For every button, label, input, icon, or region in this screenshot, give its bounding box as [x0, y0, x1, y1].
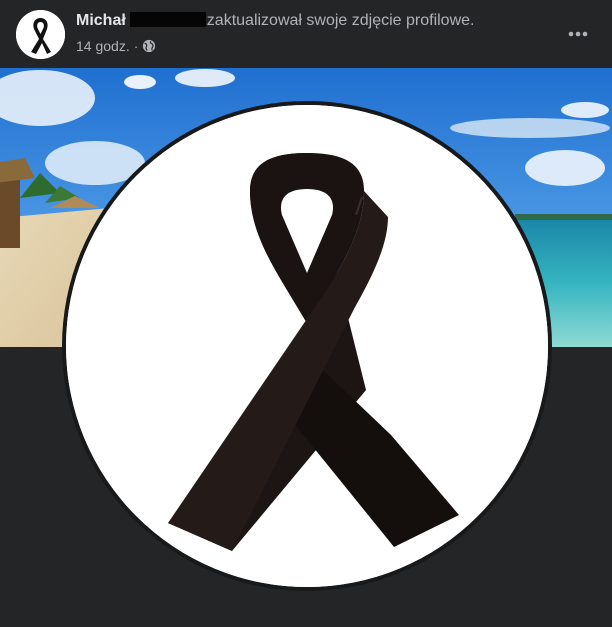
more-options-button[interactable] — [560, 16, 596, 52]
black-ribbon-icon — [16, 10, 65, 59]
redacted-surname — [129, 12, 206, 27]
profile-photo[interactable] — [62, 101, 552, 591]
post-timestamp[interactable]: 14 godz. — [76, 37, 130, 55]
globe-icon[interactable] — [142, 39, 156, 53]
more-options-icon — [568, 31, 588, 37]
post-header: Michał zaktualizował swoje zdjęcie profil… — [0, 0, 612, 68]
author-avatar[interactable] — [16, 10, 65, 59]
post-headline: Michał zaktualizował swoje zdjęcie profil… — [76, 11, 474, 31]
black-mourning-ribbon — [66, 105, 548, 587]
profile-photo-image — [66, 105, 548, 587]
author-name[interactable]: Michał — [76, 12, 126, 29]
post-action-text: zaktualizował swoje zdjęcie profilowe. — [206, 12, 475, 29]
meta-separator: · — [133, 38, 139, 54]
post-meta: 14 godz. · — [76, 37, 156, 55]
